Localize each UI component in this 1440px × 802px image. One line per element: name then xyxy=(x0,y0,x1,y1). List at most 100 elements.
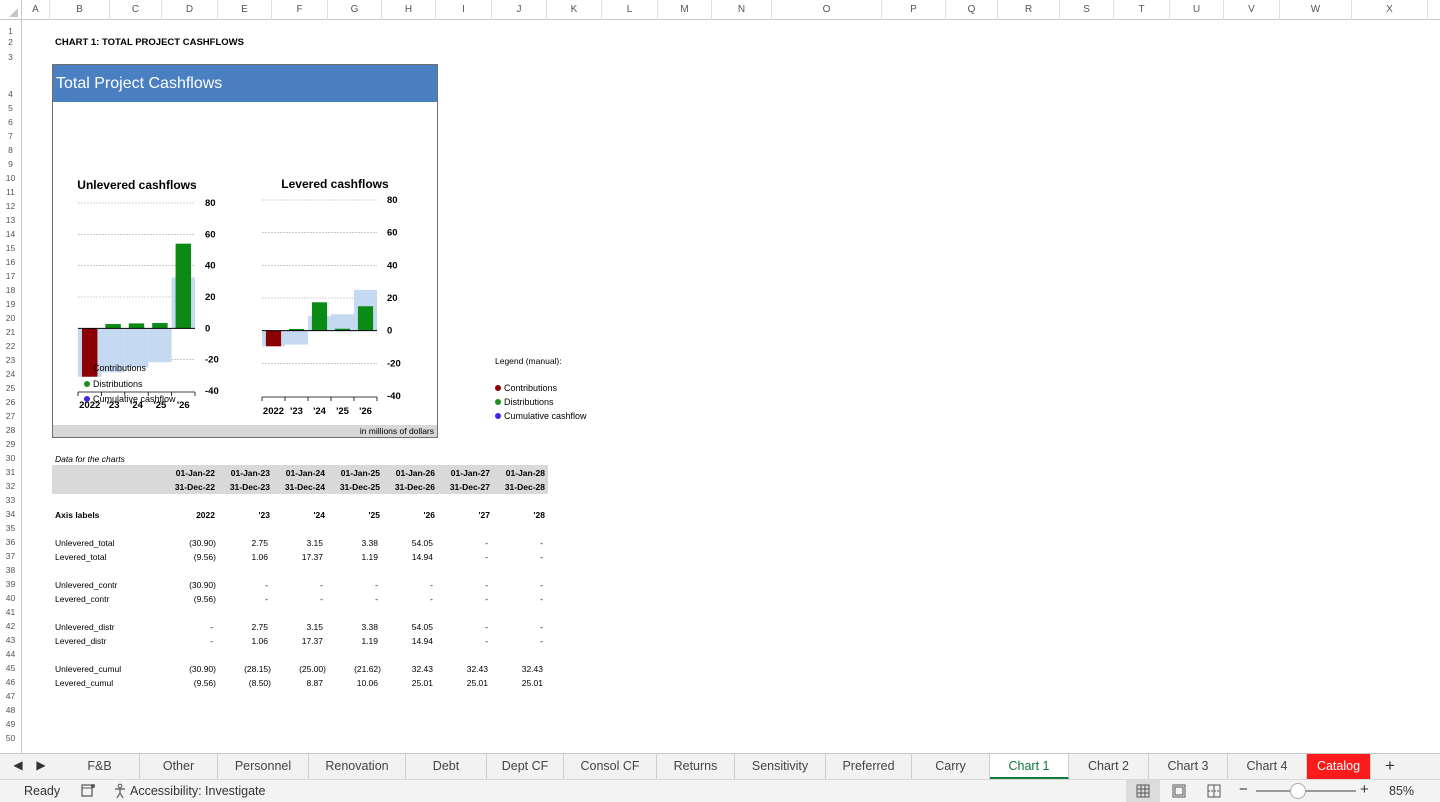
row-header[interactable]: 5 xyxy=(0,103,21,113)
sheet-tab[interactable]: Sensitivity xyxy=(735,754,826,779)
row-header[interactable]: 25 xyxy=(0,383,21,393)
sheet-tab[interactable]: Chart 2 xyxy=(1069,754,1149,779)
sheet-tab[interactable]: Renovation xyxy=(309,754,406,779)
page-layout-view-icon[interactable] xyxy=(1172,784,1186,801)
sheet-tab[interactable]: Debt xyxy=(406,754,487,779)
normal-view-button[interactable] xyxy=(1126,780,1160,802)
row-header[interactable]: 36 xyxy=(0,537,21,547)
column-header[interactable]: K xyxy=(547,0,602,20)
row-header[interactable]: 2 xyxy=(0,37,21,47)
column-header[interactable]: W xyxy=(1280,0,1352,20)
column-header[interactable]: E xyxy=(218,0,272,20)
row-header[interactable]: 22 xyxy=(0,341,21,351)
row-header[interactable]: 4 xyxy=(0,89,21,99)
column-header[interactable]: I xyxy=(436,0,492,20)
tab-scroll-right-icon[interactable]: ▶ xyxy=(34,758,48,772)
sheet-tab[interactable]: Consol CF xyxy=(564,754,657,779)
row-header[interactable]: 45 xyxy=(0,663,21,673)
sheet-tab[interactable]: Other xyxy=(140,754,218,779)
column-header[interactable]: J xyxy=(492,0,547,20)
row-header[interactable]: 28 xyxy=(0,425,21,435)
select-all-corner[interactable] xyxy=(0,0,22,20)
column-header[interactable]: D xyxy=(162,0,218,20)
row-header[interactable]: 7 xyxy=(0,131,21,141)
row-header[interactable]: 50 xyxy=(0,733,21,743)
column-header[interactable]: T xyxy=(1114,0,1170,20)
row-header[interactable]: 16 xyxy=(0,257,21,267)
row-header[interactable]: 10 xyxy=(0,173,21,183)
column-header[interactable]: P xyxy=(882,0,946,20)
tab-scroll-left-icon[interactable]: ◀ xyxy=(11,758,25,772)
row-header[interactable]: 9 xyxy=(0,159,21,169)
row-header[interactable]: 29 xyxy=(0,439,21,449)
column-header[interactable]: M xyxy=(658,0,712,20)
sheet-tab[interactable]: Chart 4 xyxy=(1228,754,1307,779)
sheet-tab[interactable]: Dept CF xyxy=(487,754,564,779)
row-header[interactable]: 6 xyxy=(0,117,21,127)
sheet-tab[interactable]: Chart 1 xyxy=(990,754,1069,779)
row-header[interactable]: 1 xyxy=(0,26,21,36)
row-header[interactable]: 12 xyxy=(0,201,21,211)
row-header[interactable]: 40 xyxy=(0,593,21,603)
column-header[interactable]: X xyxy=(1352,0,1428,20)
column-header[interactable]: H xyxy=(382,0,436,20)
row-header[interactable]: 48 xyxy=(0,705,21,715)
column-header[interactable]: L xyxy=(602,0,658,20)
row-header[interactable]: 30 xyxy=(0,453,21,463)
row-header[interactable]: 11 xyxy=(0,187,21,197)
row-header[interactable]: 44 xyxy=(0,649,21,659)
row-header[interactable]: 42 xyxy=(0,621,21,631)
sheet-tab[interactable]: Carry xyxy=(912,754,990,779)
zoom-in-button[interactable]: + xyxy=(1360,781,1369,798)
page-break-view-icon[interactable] xyxy=(1207,784,1221,801)
row-header[interactable]: 32 xyxy=(0,481,21,491)
row-header[interactable]: 17 xyxy=(0,271,21,281)
row-header[interactable]: 14 xyxy=(0,229,21,239)
row-header[interactable]: 31 xyxy=(0,467,21,477)
row-header[interactable]: 23 xyxy=(0,355,21,365)
zoom-slider-track[interactable] xyxy=(1256,790,1356,792)
column-header[interactable]: R xyxy=(998,0,1060,20)
row-header[interactable]: 3 xyxy=(0,52,21,62)
row-header[interactable]: 43 xyxy=(0,635,21,645)
accessibility-icon[interactable] xyxy=(112,783,128,802)
sheet-tab[interactable]: Chart 3 xyxy=(1149,754,1228,779)
column-header[interactable]: F xyxy=(272,0,328,20)
column-header[interactable]: G xyxy=(328,0,382,20)
row-header[interactable]: 47 xyxy=(0,691,21,701)
row-header[interactable]: 34 xyxy=(0,509,21,519)
row-header[interactable]: 24 xyxy=(0,369,21,379)
accessibility-status[interactable]: Accessibility: Investigate xyxy=(130,784,265,798)
column-header[interactable]: U xyxy=(1170,0,1224,20)
sheet-tab[interactable]: Returns xyxy=(657,754,735,779)
row-header[interactable]: 27 xyxy=(0,411,21,421)
row-header[interactable]: 26 xyxy=(0,397,21,407)
row-header[interactable]: 49 xyxy=(0,719,21,729)
row-header[interactable]: 33 xyxy=(0,495,21,505)
row-header[interactable]: 15 xyxy=(0,243,21,253)
column-header[interactable]: Q xyxy=(946,0,998,20)
column-header[interactable]: S xyxy=(1060,0,1114,20)
row-header[interactable]: 38 xyxy=(0,565,21,575)
sheet-tab[interactable]: Personnel xyxy=(218,754,309,779)
row-header[interactable]: 19 xyxy=(0,299,21,309)
row-header[interactable]: 37 xyxy=(0,551,21,561)
row-header[interactable]: 41 xyxy=(0,607,21,617)
row-header[interactable]: 18 xyxy=(0,285,21,295)
column-header[interactable]: B xyxy=(50,0,110,20)
column-header[interactable]: A xyxy=(22,0,50,20)
zoom-out-button[interactable]: − xyxy=(1239,781,1248,798)
zoom-slider-thumb[interactable] xyxy=(1290,783,1306,799)
sheet-tab[interactable]: F&B xyxy=(60,754,140,779)
column-header[interactable]: C xyxy=(110,0,162,20)
row-header[interactable]: 8 xyxy=(0,145,21,155)
sheet-tab[interactable]: Catalog xyxy=(1307,754,1371,779)
row-header[interactable]: 35 xyxy=(0,523,21,533)
row-header[interactable]: 46 xyxy=(0,677,21,687)
macro-record-icon[interactable] xyxy=(80,783,96,801)
column-header[interactable]: O xyxy=(772,0,882,20)
row-header[interactable]: 39 xyxy=(0,579,21,589)
row-header[interactable]: 21 xyxy=(0,327,21,337)
add-sheet-button[interactable]: + xyxy=(1378,754,1402,779)
row-header[interactable]: 20 xyxy=(0,313,21,323)
